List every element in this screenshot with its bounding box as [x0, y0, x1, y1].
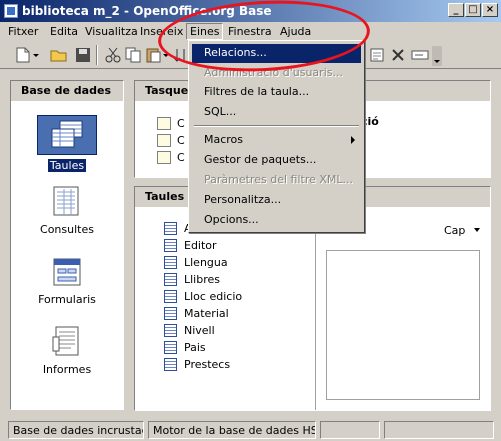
preview-area [326, 250, 480, 400]
menu-item-options[interactable]: Opcions... [192, 211, 361, 230]
preview-selector[interactable]: Cap [444, 224, 481, 237]
app-icon[interactable] [4, 4, 18, 18]
create-view-icon [157, 151, 171, 164]
menu-item-macros[interactable]: Macros [192, 131, 361, 150]
table-icon [164, 290, 177, 303]
category-forms[interactable]: Formularis [11, 255, 123, 306]
table-icon [164, 273, 177, 286]
window-title: biblioteca m_2 - OpenOffice.org Base [22, 4, 272, 18]
category-label: Taules [47, 159, 87, 172]
menu-item-relacions[interactable]: Relacions... [192, 44, 361, 63]
table-icon [164, 307, 177, 320]
rename-icon[interactable] [410, 46, 432, 64]
database-panel: Base de dades Taules Consultes Formulari… [10, 80, 124, 410]
preview-selector-value: Cap [444, 224, 466, 237]
toolbar-options-icon[interactable] [432, 46, 442, 66]
forms-icon [50, 255, 84, 289]
paste-icon[interactable] [144, 46, 162, 64]
table-icon [164, 358, 177, 371]
menu-visualitza[interactable]: Visualitza [85, 25, 138, 38]
menu-bar: Fitxer Edita Visualitza Insereix Eines F… [0, 22, 501, 41]
table-icon [164, 239, 177, 252]
database-panel-header: Base de dades [11, 81, 123, 101]
menu-insereix[interactable]: Insereix [140, 25, 183, 38]
status-embedded-db: Base de dades incrustada [8, 421, 144, 439]
menu-separator [194, 125, 359, 127]
tables-icon [37, 115, 97, 155]
minimize-button[interactable]: _ [448, 3, 464, 17]
table-icon [164, 222, 177, 235]
cut-icon[interactable] [104, 46, 122, 64]
task-label: C [177, 117, 185, 130]
menu-item-label: Macros [204, 133, 244, 146]
category-queries[interactable]: Consultes [11, 185, 123, 236]
title-bar: biblioteca m_2 - OpenOffice.org Base _ □… [0, 0, 501, 22]
table-icon [164, 324, 177, 337]
category-label: Formularis [38, 293, 96, 306]
menu-fitxer[interactable]: Fitxer [8, 25, 38, 38]
menu-eines[interactable]: Eines [186, 23, 224, 40]
maximize-button[interactable]: □ [465, 3, 481, 17]
save-icon[interactable] [74, 46, 92, 64]
reports-icon [50, 325, 84, 359]
dropdown-arrow-icon[interactable] [32, 46, 40, 64]
status-field [320, 421, 380, 439]
eines-menu: Relacions... Administració d'usuaris... … [188, 40, 365, 233]
menu-item-sql[interactable]: SQL... [192, 103, 361, 122]
dropdown-arrow-icon[interactable] [162, 46, 170, 64]
queries-icon [50, 185, 84, 219]
new-document-icon[interactable] [14, 46, 32, 64]
table-icon [164, 256, 177, 269]
status-db-engine: Motor de la base de dades HSQL [148, 421, 316, 439]
menu-item-user-admin: Administració d'usuaris... [204, 66, 343, 79]
category-reports[interactable]: Informes [11, 325, 123, 376]
menu-finestra[interactable]: Finestra [228, 25, 272, 38]
category-tables[interactable]: Taules [11, 115, 123, 172]
status-bar: Base de dades incrustada Motor de la bas… [0, 419, 501, 441]
splitter[interactable] [315, 207, 316, 410]
menu-item-package-manager[interactable]: Gestor de paquets... [192, 151, 361, 170]
table-icon [164, 341, 177, 354]
menu-item-table-filters[interactable]: Filtres de la taula... [192, 83, 361, 102]
report-icon[interactable] [368, 46, 386, 64]
menu-ajuda[interactable]: Ajuda [280, 25, 311, 38]
task-label: C [177, 151, 185, 164]
open-folder-icon[interactable] [50, 46, 68, 64]
menu-edita[interactable]: Edita [50, 25, 78, 38]
toolbar-separator [96, 45, 98, 65]
category-label: Consultes [40, 223, 94, 236]
task-label: C [177, 134, 185, 147]
submenu-arrow-icon [351, 136, 355, 144]
delete-icon[interactable] [389, 46, 407, 64]
menu-item-customize[interactable]: Personalitza... [192, 191, 361, 210]
wizard-icon [157, 134, 171, 147]
menu-item-xml-filter-settings: Paràmetres del filtre XML... [204, 173, 354, 186]
close-button[interactable]: × [482, 3, 498, 17]
status-field [384, 421, 494, 439]
copy-icon[interactable] [124, 46, 142, 64]
create-table-icon [157, 117, 171, 130]
category-label: Informes [42, 363, 92, 376]
chevron-down-icon [473, 228, 480, 232]
